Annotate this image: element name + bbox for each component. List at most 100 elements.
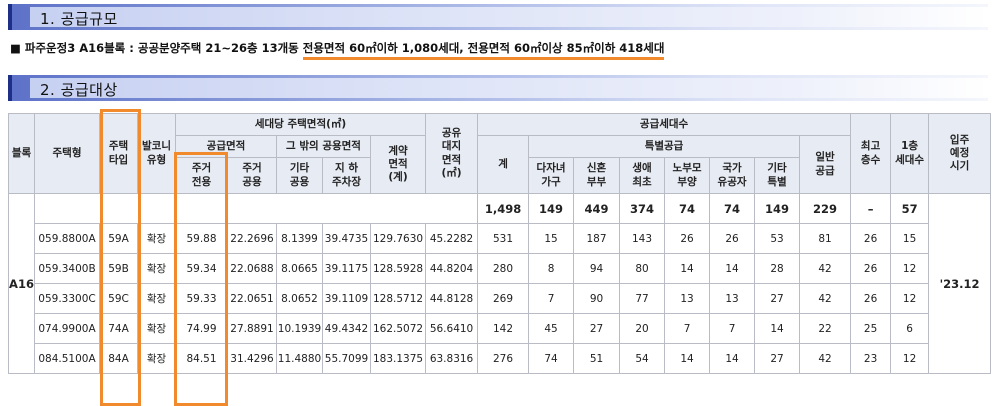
col-header-other-special: 기타 특별	[754, 157, 801, 194]
total-cell: 149	[528, 193, 575, 224]
cell-exclusive: 84.51	[175, 343, 228, 374]
col-header-first-time: 생애 최초	[619, 157, 666, 194]
cell-exclusive: 59.88	[175, 223, 228, 254]
cell-parking: 55.7099	[322, 343, 371, 374]
cell-first-time: 80	[619, 253, 666, 284]
cell-general: 81	[799, 223, 852, 254]
col-header-exclusive: 주거 전용	[175, 157, 228, 194]
cell-first-time: 54	[619, 343, 666, 374]
block-cell: A16	[8, 193, 35, 374]
move-in-cell: '23.12	[928, 193, 992, 374]
total-cell: 374	[619, 193, 666, 224]
cell-housing-type: 084.5100A	[34, 343, 100, 374]
cell-max-floors: 26	[850, 283, 892, 314]
col-header-newlywed: 신혼 부부	[573, 157, 621, 194]
cell-contract: 128.5712	[369, 283, 427, 314]
cell-max-floors: 26	[850, 223, 892, 254]
cell-other-common: 11.4880	[276, 343, 323, 374]
cell-first-time: 20	[619, 313, 666, 344]
col-header-max-floors: 최고 층수	[850, 113, 892, 194]
cell-elderly: 14	[664, 253, 711, 284]
cell-first-time: 143	[619, 223, 666, 254]
cell-max-floors: 23	[850, 343, 892, 374]
cell-elderly: 13	[664, 283, 711, 314]
col-header-area-group: 세대당 주택면적(㎡)	[174, 113, 427, 136]
cell-land: 44.8204	[425, 253, 479, 284]
cell-elderly: 7	[664, 313, 711, 344]
cell-newlywed: 187	[573, 223, 621, 254]
col-header-households-group: 공급세대수	[477, 113, 852, 136]
cell-newlywed: 27	[573, 313, 621, 344]
cell-contract: 183.1375	[369, 343, 427, 374]
total-cell: –	[850, 193, 892, 224]
cell-residential-common: 22.2696	[227, 223, 277, 254]
cell-housing-type: 059.3300C	[34, 283, 100, 314]
cell-multi-child: 74	[528, 343, 575, 374]
total-cell: 149	[754, 193, 801, 224]
cell-housing-type: 059.3400B	[34, 253, 100, 284]
cell-contract: 128.5928	[369, 253, 427, 284]
cell-general: 42	[799, 343, 852, 374]
cell-newlywed: 90	[573, 283, 621, 314]
cell-land: 45.2282	[425, 223, 479, 254]
cell-max-floors: 26	[850, 253, 892, 284]
cell-other: 27	[754, 283, 801, 314]
cell-exclusive: 59.33	[175, 283, 228, 314]
cell-first-time: 77	[619, 283, 666, 314]
cell-general: 22	[799, 313, 852, 344]
cell-total: 531	[477, 223, 530, 254]
cell-max-floors: 25	[850, 313, 892, 344]
col-header-national-merit: 국가 유공자	[709, 157, 756, 194]
cell-general: 42	[799, 283, 852, 314]
cell-other-common: 8.0652	[276, 283, 323, 314]
cell-merit: 13	[709, 283, 756, 314]
cell-contract: 129.7630	[369, 223, 427, 254]
col-header-total: 계	[477, 135, 530, 194]
cell-housing-type: 074.9900A	[34, 313, 100, 344]
col-header-general-supply: 일반 공급	[799, 135, 852, 194]
cell-other: 14	[754, 313, 801, 344]
cell-residential-common: 22.0688	[227, 253, 277, 284]
table-row: 059.8800A 59A 확장 59.88 22.2696 8.1399 39.4735 1…	[9, 223, 991, 254]
table-row-total: A16 1,498 149 449 374 74 74 149 229 – 57…	[8, 193, 992, 374]
table-row: 059.3300C 59C 확장 59.33 22.0651 8.0652 39.1109 1…	[9, 283, 991, 314]
cell-house-type: 84A	[99, 343, 138, 374]
supply-summary: ■ 파주운정3 A16블록 : 공공분양주택 21~26층 13개동 전용면적 …	[10, 40, 665, 60]
cell-total: 276	[477, 343, 530, 374]
cell-house-type: 59A	[99, 223, 138, 254]
cell-newlywed: 51	[573, 343, 621, 374]
cell-other: 28	[754, 253, 801, 284]
cell-merit: 14	[709, 253, 756, 284]
col-header-balcony: 발코니 유형	[137, 113, 176, 194]
section-title-target: 2. 공급대상	[40, 81, 118, 99]
cell-house-type: 59C	[99, 283, 138, 314]
cell-exclusive: 74.99	[175, 313, 228, 344]
col-header-land-share: 공유 대지 면적 (㎡)	[425, 113, 479, 194]
cell-exclusive: 59.34	[175, 253, 228, 284]
cell-other: 53	[754, 223, 801, 254]
cell-multi-child: 8	[528, 253, 575, 284]
table-row: 074.9900A 74A 확장 74.99 27.8891 10.1939 49.4342…	[9, 313, 991, 344]
total-cell: 449	[573, 193, 621, 224]
cell-multi-child: 45	[528, 313, 575, 344]
cell-merit: 26	[709, 223, 756, 254]
cell-total: 280	[477, 253, 530, 284]
cell-total: 269	[477, 283, 530, 314]
cell-land: 63.8316	[425, 343, 479, 374]
col-header-other-common-area: 기타 공용	[276, 157, 323, 194]
section-title-scale: 1. 공급규모	[40, 10, 118, 28]
col-header-block: 블록	[8, 113, 35, 194]
cell-parking: 39.1175	[322, 253, 371, 284]
cell-other-common: 8.1399	[276, 223, 323, 254]
cell-residential-common: 22.0651	[227, 283, 277, 314]
cell-balcony: 확장	[137, 283, 176, 314]
cell-balcony: 확장	[137, 223, 176, 254]
cell-total: 142	[477, 313, 530, 344]
col-header-elderly-parents: 노부모 부양	[664, 157, 711, 194]
cell-parking: 49.4342	[322, 313, 371, 344]
cell-merit: 7	[709, 313, 756, 344]
cell-residential-common: 27.8891	[227, 313, 277, 344]
cell-contract: 162.5072	[369, 313, 427, 344]
cell-other: 27	[754, 343, 801, 374]
cell-house-type: 74A	[99, 313, 138, 344]
